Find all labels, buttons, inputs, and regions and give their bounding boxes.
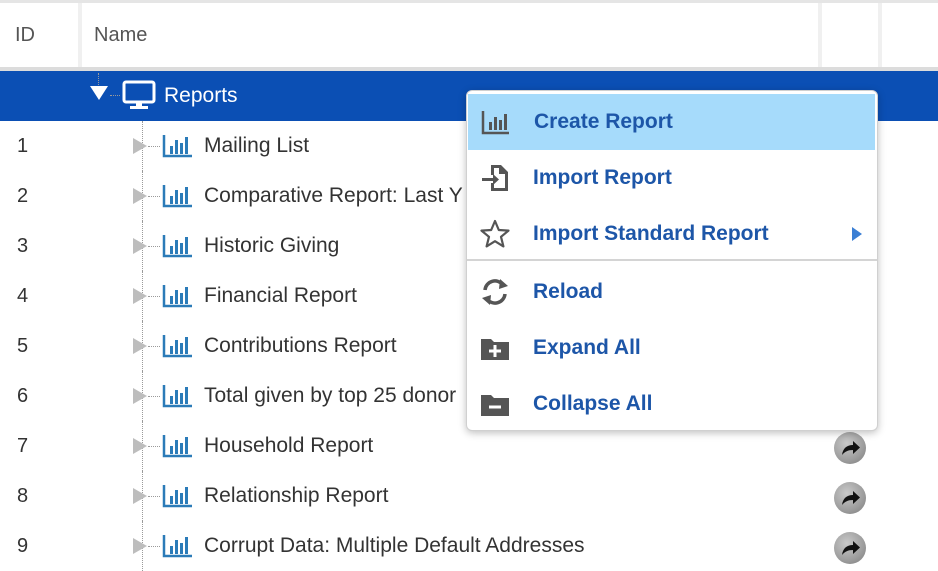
menu-item-import-standard-report[interactable]: Import Standard Report [467, 206, 877, 262]
table-row[interactable]: 9 Corrupt Data: Multiple Default Addresse… [0, 521, 938, 571]
tree-connector [148, 446, 160, 447]
report-name: Financial Report [204, 284, 357, 307]
report-chart-icon [162, 335, 192, 358]
menu-item-label: Import Report [533, 166, 672, 189]
row-id: 5 [17, 335, 29, 357]
share-arrow-icon [842, 491, 860, 505]
report-chart-icon [162, 135, 192, 158]
tree-connector [148, 146, 160, 147]
tree-connector [148, 396, 160, 397]
menu-item-collapse-all[interactable]: Collapse All [467, 376, 877, 432]
row-id: 7 [17, 435, 29, 457]
share-arrow-icon [842, 441, 860, 455]
column-divider[interactable] [78, 3, 82, 68]
grid-header: ID Name [0, 3, 938, 68]
column-divider[interactable] [818, 3, 822, 68]
monitor-icon [122, 80, 156, 109]
share-action-button[interactable] [834, 532, 866, 564]
menu-item-label: Collapse All [533, 392, 653, 415]
expand-triangle-icon[interactable] [132, 187, 148, 205]
tree-connector [148, 296, 160, 297]
expand-triangle-icon[interactable] [132, 537, 148, 555]
file-import-icon [482, 165, 508, 191]
share-action-button[interactable] [834, 432, 866, 464]
tree-connector [148, 546, 160, 547]
tree-connector [148, 246, 160, 247]
report-chart-icon [162, 535, 192, 558]
menu-item-label: Expand All [533, 336, 641, 359]
row-id: 6 [17, 385, 29, 407]
expand-triangle-icon[interactable] [132, 237, 148, 255]
collapse-triangle-icon[interactable] [89, 85, 109, 101]
report-chart-icon [162, 235, 192, 258]
menu-item-label: Import Standard Report [533, 222, 769, 245]
report-chart-icon [162, 435, 192, 458]
menu-item-label: Create Report [534, 110, 673, 133]
bar-chart-icon [481, 111, 509, 135]
row-id: 1 [17, 135, 29, 157]
row-id: 2 [17, 185, 29, 207]
report-name: Contributions Report [204, 334, 397, 357]
share-action-button[interactable] [834, 482, 866, 514]
share-arrow-icon [842, 541, 860, 555]
row-id: 8 [17, 485, 29, 507]
report-chart-icon [162, 485, 192, 508]
tree-connector [148, 346, 160, 347]
menu-divider [467, 259, 877, 261]
row-id: 9 [17, 535, 29, 557]
column-header-name[interactable]: Name [94, 3, 147, 68]
tree-connector [148, 496, 160, 497]
report-name: Corrupt Data: Multiple Default Addresses [204, 534, 585, 557]
submenu-arrow-icon [852, 227, 862, 241]
context-menu: Create Report Import Report Import Stand… [466, 90, 878, 431]
tree-node-label: Reports [164, 84, 238, 107]
report-name: Mailing List [204, 134, 310, 157]
report-name: Comparative Report: Last Y [204, 184, 463, 207]
row-id: 4 [17, 285, 29, 307]
column-header-id[interactable]: ID [15, 3, 35, 68]
expand-triangle-icon[interactable] [132, 387, 148, 405]
table-row[interactable]: 8 Relationship Report [0, 471, 938, 521]
expand-triangle-icon[interactable] [132, 337, 148, 355]
report-chart-icon [162, 185, 192, 208]
expand-triangle-icon[interactable] [132, 287, 148, 305]
report-name: Total given by top 25 donor [204, 384, 457, 407]
tree-connector [148, 196, 160, 197]
column-divider[interactable] [878, 3, 882, 68]
tree-connector [98, 73, 99, 85]
tree-connector [110, 95, 120, 96]
row-id: 3 [17, 235, 29, 257]
report-chart-icon [162, 385, 192, 408]
expand-triangle-icon[interactable] [132, 437, 148, 455]
report-name: Historic Giving [204, 234, 340, 257]
expand-triangle-icon[interactable] [132, 487, 148, 505]
menu-item-import-report[interactable]: Import Report [467, 150, 877, 206]
folder-plus-icon [481, 339, 509, 360]
expand-triangle-icon[interactable] [132, 137, 148, 155]
star-outline-icon [480, 219, 510, 248]
folder-minus-icon [481, 395, 509, 416]
report-name: Household Report [204, 434, 374, 457]
refresh-icon [482, 279, 508, 305]
menu-item-reload[interactable]: Reload [467, 264, 877, 320]
menu-item-create-report[interactable]: Create Report [468, 94, 875, 150]
report-name: Relationship Report [204, 484, 389, 507]
menu-item-expand-all[interactable]: Expand All [467, 320, 877, 376]
report-chart-icon [162, 285, 192, 308]
menu-item-label: Reload [533, 280, 604, 303]
